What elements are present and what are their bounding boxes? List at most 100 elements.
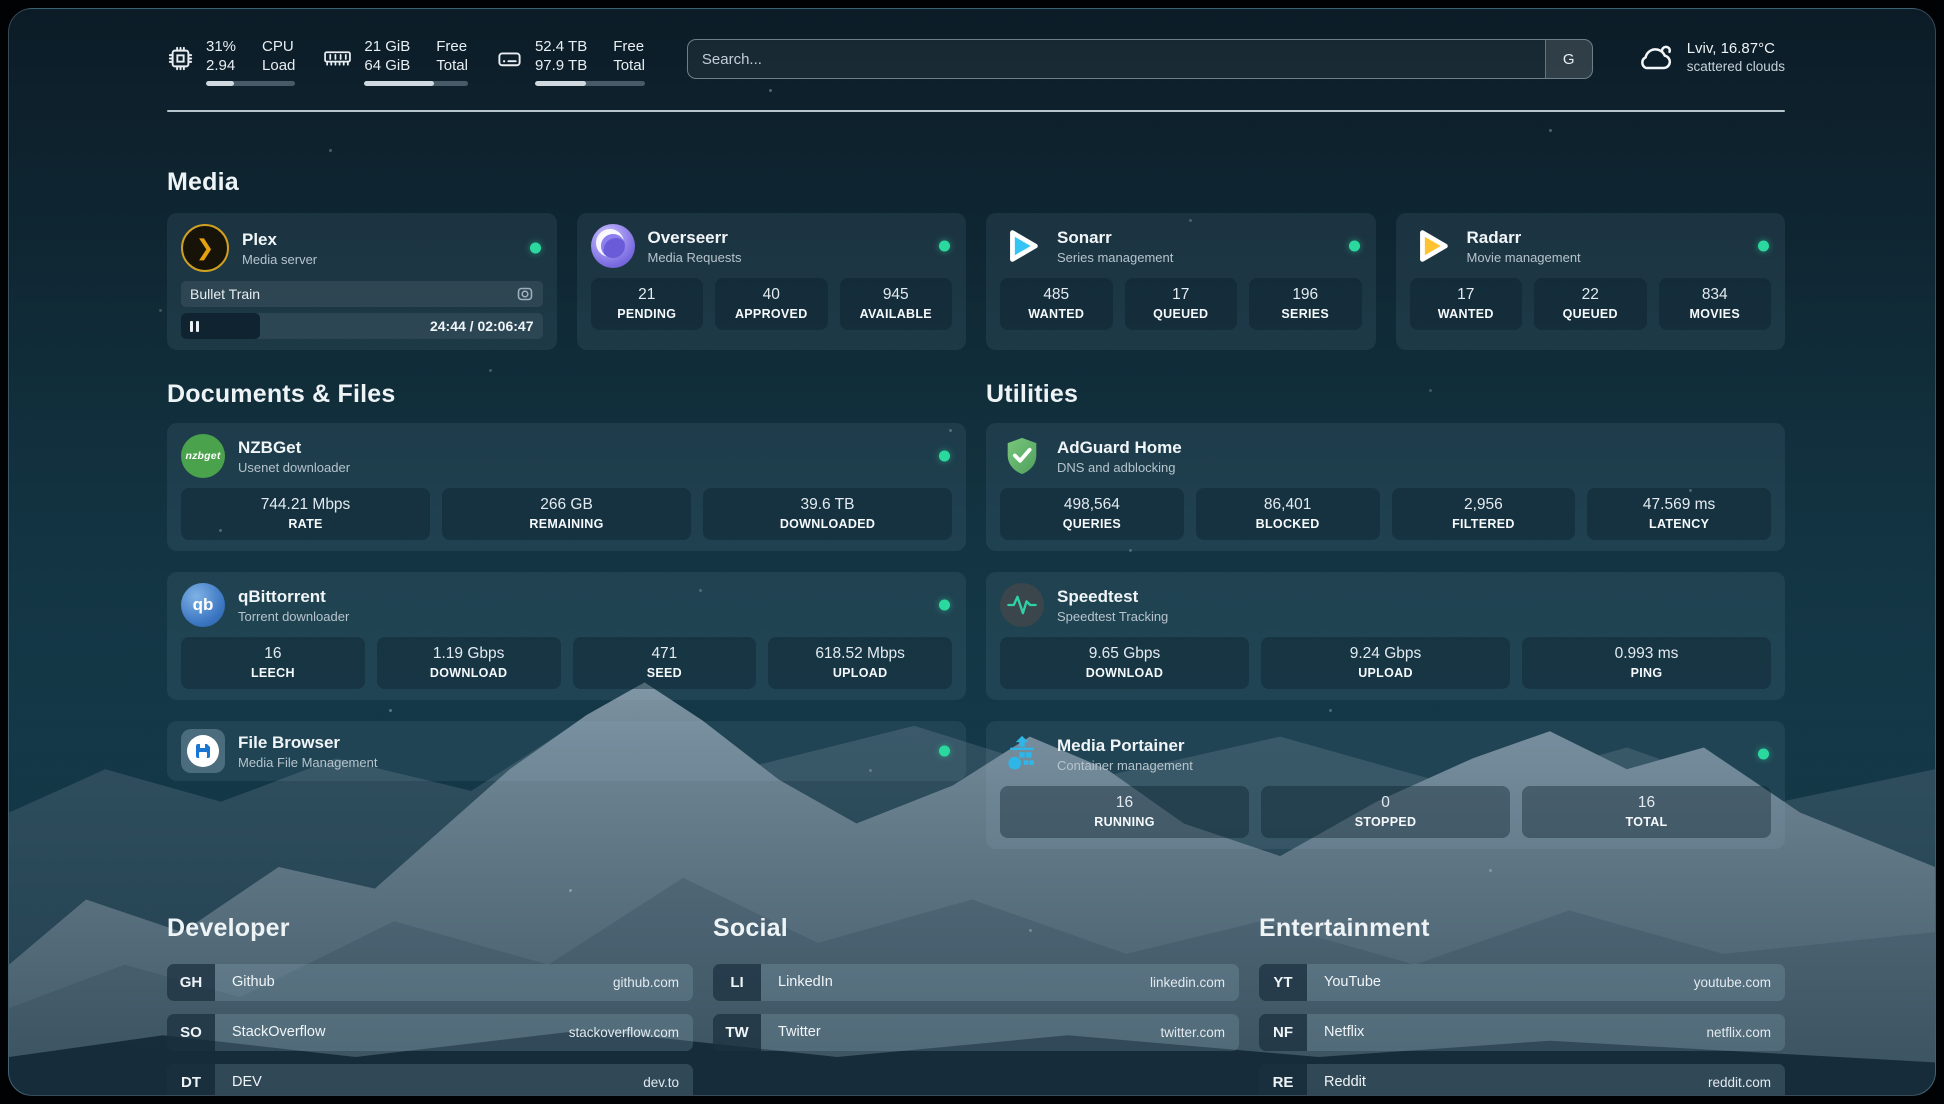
filebrowser-name: File Browser [238, 732, 377, 753]
bookmark-dev[interactable]: DT DEV dev.to [167, 1064, 693, 1097]
top-bar: 31% 2.94 CPU Load [167, 9, 1785, 86]
qbittorrent-status-dot [939, 600, 950, 611]
qbittorrent-card[interactable]: qb qBittorrent Torrent downloader 16 LEE… [167, 572, 966, 700]
radarr-subtitle: Movie management [1467, 250, 1581, 266]
section-title-entertainment: Entertainment [1259, 914, 1785, 943]
screenshot-frame: 31% 2.94 CPU Load [0, 0, 1944, 1104]
portainer-card[interactable]: Media Portainer Container management 16 … [986, 721, 1785, 849]
disk-progress-track [535, 81, 645, 86]
plex-time-display: 24:44 / 02:06:47 [430, 318, 543, 334]
bookmark-youtube[interactable]: YT YouTube youtube.com [1259, 964, 1785, 1001]
plex-icon: ❯ [181, 224, 229, 272]
plex-card[interactable]: ❯ Plex Media server Bullet Train [167, 213, 557, 350]
memory-values: 21 GiB 64 GiB [364, 37, 410, 75]
memory-progress-track [364, 81, 468, 86]
radarr-card[interactable]: Radarr Movie management 17 WANTED 22 QUE… [1396, 213, 1786, 350]
stat-filtered: 2,956 FILTERED [1392, 488, 1576, 540]
search-engine-button[interactable]: G [1545, 40, 1592, 78]
overseerr-card[interactable]: Overseerr Media Requests 21 PENDING 40 A… [577, 213, 967, 350]
portainer-status-dot [1758, 749, 1769, 760]
plex-now-playing-row: Bullet Train [181, 281, 543, 307]
filebrowser-card[interactable]: File Browser Media File Management [167, 721, 966, 781]
qbittorrent-subtitle: Torrent downloader [238, 609, 349, 625]
social-column: Social LI LinkedIn linkedin.com TW Twitt… [713, 893, 1239, 1096]
stat-wanted: 17 WANTED [1410, 278, 1523, 330]
nzbget-icon: nzbget [181, 434, 225, 478]
cpu-monitor: 31% 2.94 CPU Load [167, 37, 295, 86]
memory-progress-fill [364, 81, 433, 86]
memory-monitor: 21 GiB 64 GiB Free Total [323, 37, 468, 86]
sonarr-card[interactable]: Sonarr Series management 485 WANTED 17 Q… [986, 213, 1376, 350]
sonarr-status-dot [1349, 241, 1360, 252]
bookmark-twitter[interactable]: TW Twitter twitter.com [713, 1014, 1239, 1051]
speedtest-card[interactable]: Speedtest Speedtest Tracking 9.65 Gbps D… [986, 572, 1785, 700]
portainer-name: Media Portainer [1057, 735, 1193, 756]
nzbget-name: NZBGet [238, 437, 350, 458]
now-playing-icon[interactable] [516, 285, 534, 303]
stat-pending: 21 PENDING [591, 278, 704, 330]
weather-condition: scattered clouds [1687, 58, 1785, 76]
speedtest-subtitle: Speedtest Tracking [1057, 609, 1168, 625]
disk-values: 52.4 TB 97.9 TB [535, 37, 587, 75]
disk-icon [496, 45, 523, 72]
plex-progress-row: 24:44 / 02:06:47 [181, 313, 543, 339]
stat-downloaded: 39.6 TB DOWNLOADED [703, 488, 952, 540]
stat-upload: 9.24 Gbps UPLOAD [1261, 637, 1510, 689]
filebrowser-status-dot [939, 746, 950, 757]
entertainment-column: Entertainment YT YouTube youtube.com NF … [1259, 893, 1785, 1096]
media-cards-row: ❯ Plex Media server Bullet Train [167, 213, 1785, 350]
pause-icon [190, 321, 193, 332]
filebrowser-subtitle: Media File Management [238, 755, 377, 771]
adguard-subtitle: DNS and adblocking [1057, 460, 1182, 476]
cloud-icon [1635, 41, 1675, 74]
stat-blocked: 86,401 BLOCKED [1196, 488, 1380, 540]
portainer-subtitle: Container management [1057, 758, 1193, 774]
radarr-name: Radarr [1467, 227, 1581, 248]
stat-upload: 618.52 Mbps UPLOAD [768, 637, 952, 689]
bookmark-netflix[interactable]: NF Netflix netflix.com [1259, 1014, 1785, 1051]
weather-widget: Lviv, 16.87°C scattered clouds [1635, 37, 1785, 76]
adguard-icon [1000, 434, 1044, 478]
plex-status-dot [530, 243, 541, 254]
adguard-card[interactable]: AdGuard Home DNS and adblocking 498,564 … [986, 423, 1785, 551]
ram-icon [323, 45, 352, 72]
section-title-social: Social [713, 914, 1239, 943]
memory-labels: Free Total [436, 37, 468, 75]
bookmark-github[interactable]: GH Github github.com [167, 964, 693, 1001]
search-input[interactable] [688, 40, 1545, 78]
utilities-column: Utilities AdGu [986, 380, 1785, 849]
nzbget-subtitle: Usenet downloader [238, 460, 350, 476]
filebrowser-icon [181, 729, 225, 773]
plex-progress-fill [181, 313, 260, 339]
stat-download: 1.19 Gbps DOWNLOAD [377, 637, 561, 689]
stat-download: 9.65 Gbps DOWNLOAD [1000, 637, 1249, 689]
speedtest-icon [1000, 583, 1044, 627]
radarr-status-dot [1758, 241, 1769, 252]
plex-name: Plex [242, 229, 317, 250]
radarr-icon [1410, 224, 1454, 268]
disk-monitor: 52.4 TB 97.9 TB Free Total [496, 37, 645, 86]
stat-queued: 22 QUEUED [1534, 278, 1647, 330]
bookmark-stackoverflow[interactable]: SO StackOverflow stackoverflow.com [167, 1014, 693, 1051]
topbar-divider [167, 110, 1785, 112]
stat-approved: 40 APPROVED [715, 278, 828, 330]
cpu-values: 31% 2.94 [206, 37, 236, 75]
adguard-name: AdGuard Home [1057, 437, 1182, 458]
cpu-progress-fill [206, 81, 234, 86]
sonarr-name: Sonarr [1057, 227, 1173, 248]
section-title-documents: Documents & Files [167, 380, 966, 409]
stat-rate: 744.21 Mbps RATE [181, 488, 430, 540]
bookmark-linkedin[interactable]: LI LinkedIn linkedin.com [713, 964, 1239, 1001]
overseerr-icon [591, 224, 635, 268]
nzbget-card[interactable]: nzbget NZBGet Usenet downloader 744.21 M… [167, 423, 966, 551]
stat-stopped: 0 STOPPED [1261, 786, 1510, 838]
qbittorrent-icon: qb [181, 583, 225, 627]
stat-latency: 47.569 ms LATENCY [1587, 488, 1771, 540]
disk-labels: Free Total [613, 37, 645, 75]
stat-running: 16 RUNNING [1000, 786, 1249, 838]
documents-column: Documents & Files nzbget NZBGet Usenet d… [167, 380, 966, 849]
overseerr-name: Overseerr [648, 227, 742, 248]
cpu-progress-track [206, 81, 295, 86]
plex-now-playing-title: Bullet Train [190, 286, 260, 302]
bookmark-reddit[interactable]: RE Reddit reddit.com [1259, 1064, 1785, 1097]
